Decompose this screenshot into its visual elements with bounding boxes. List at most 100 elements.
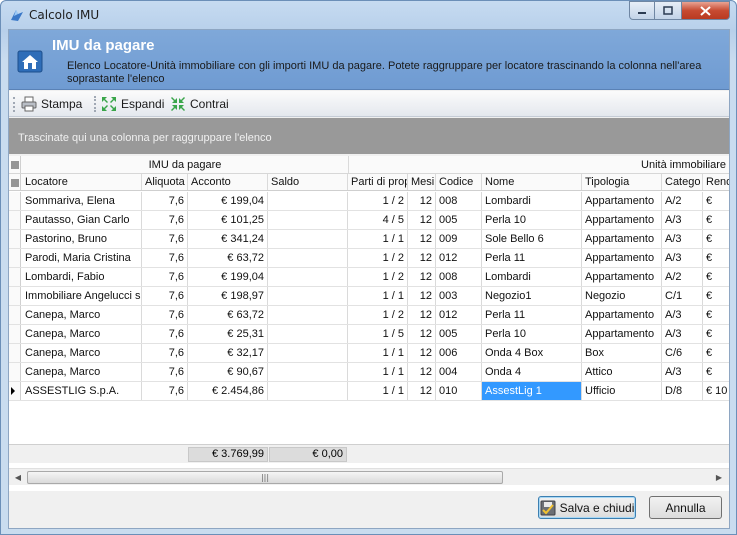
cell-saldo[interactable] xyxy=(268,306,348,324)
cell-rendita[interactable]: € xyxy=(703,230,729,248)
cell-aliquota[interactable]: 7,6 xyxy=(142,249,188,267)
cell-tipologia[interactable]: Appartamento xyxy=(582,249,662,267)
cell-mesi[interactable]: 12 xyxy=(408,382,436,400)
cell-parti[interactable]: 1 / 1 xyxy=(348,382,408,400)
cell-locatore[interactable]: Lombardi, Fabio xyxy=(22,268,142,286)
cancel-button[interactable]: Annulla xyxy=(649,496,722,519)
data-grid[interactable]: IMU da pagare Unità immobiliare Locatore… xyxy=(9,156,729,491)
cell-locatore[interactable]: Canepa, Marco xyxy=(22,363,142,381)
cell-mesi[interactable]: 12 xyxy=(408,325,436,343)
cell-codice[interactable]: 005 xyxy=(436,325,482,343)
cell-aliquota[interactable]: 7,6 xyxy=(142,268,188,286)
cell-aliquota[interactable]: 7,6 xyxy=(142,306,188,324)
scroll-right-button[interactable]: ▶ xyxy=(711,470,727,485)
cell-nome[interactable]: Onda 4 xyxy=(482,363,582,381)
band-unit[interactable]: Unità immobiliare xyxy=(349,156,729,173)
table-row[interactable]: Pastorino, Bruno 7,6 € 341,24 1 / 1 12 009 Sol… xyxy=(9,230,729,249)
col-categoria[interactable]: Catego xyxy=(662,174,703,190)
cell-rendita[interactable]: € xyxy=(703,344,729,362)
cell-categoria[interactable]: C/6 xyxy=(662,344,703,362)
cell-mesi[interactable]: 12 xyxy=(408,363,436,381)
cell-categoria[interactable]: A/3 xyxy=(662,306,703,324)
cell-aliquota[interactable]: 7,6 xyxy=(142,325,188,343)
cell-codice[interactable]: 003 xyxy=(436,287,482,305)
maximize-button[interactable] xyxy=(655,1,682,20)
cell-mesi[interactable]: 12 xyxy=(408,287,436,305)
cell-categoria[interactable]: D/8 xyxy=(662,382,703,400)
cell-aliquota[interactable]: 7,6 xyxy=(142,363,188,381)
expand-button[interactable]: Espandi xyxy=(101,95,164,113)
cell-tipologia[interactable]: Appartamento xyxy=(582,268,662,286)
cell-locatore[interactable]: Immobiliare Angelucci s.r xyxy=(22,287,142,305)
cell-locatore[interactable]: Pastorino, Bruno xyxy=(22,230,142,248)
col-nome[interactable]: Nome xyxy=(482,174,582,190)
cell-acconto[interactable]: € 63,72 xyxy=(188,249,268,267)
col-parti[interactable]: Parti di prop xyxy=(348,174,408,190)
cell-locatore[interactable]: Canepa, Marco xyxy=(22,344,142,362)
cell-acconto[interactable]: € 63,72 xyxy=(188,306,268,324)
cell-codice[interactable]: 008 xyxy=(436,268,482,286)
row-indicator[interactable] xyxy=(9,382,21,400)
cell-acconto[interactable]: € 101,25 xyxy=(188,211,268,229)
cell-tipologia[interactable]: Ufficio xyxy=(582,382,662,400)
cell-rendita[interactable]: € xyxy=(703,325,729,343)
row-indicator[interactable] xyxy=(9,192,21,210)
cell-parti[interactable]: 4 / 5 xyxy=(348,211,408,229)
cell-categoria[interactable]: A/3 xyxy=(662,230,703,248)
cell-mesi[interactable]: 12 xyxy=(408,211,436,229)
cell-nome[interactable]: AssestLig 1 xyxy=(482,382,582,400)
cell-mesi[interactable]: 12 xyxy=(408,192,436,210)
cell-tipologia[interactable]: Appartamento xyxy=(582,211,662,229)
table-row[interactable]: Canepa, Marco 7,6 € 90,67 1 / 1 12 004 Onda 4A… xyxy=(9,363,729,382)
table-row[interactable]: Lombardi, Fabio 7,6 € 199,04 1 / 2 12 008 Lomb… xyxy=(9,268,729,287)
minimize-button[interactable] xyxy=(629,1,655,20)
cell-categoria[interactable]: A/3 xyxy=(662,211,703,229)
band-imu[interactable]: IMU da pagare xyxy=(22,156,349,173)
close-button[interactable] xyxy=(682,1,730,20)
cell-categoria[interactable]: C/1 xyxy=(662,287,703,305)
cell-mesi[interactable]: 12 xyxy=(408,249,436,267)
cell-nome[interactable]: Lombardi xyxy=(482,268,582,286)
cell-codice[interactable]: 010 xyxy=(436,382,482,400)
cell-nome[interactable]: Perla 11 xyxy=(482,306,582,324)
cell-rendita[interactable]: € 10 xyxy=(703,382,729,400)
col-aliquota[interactable]: Aliquota xyxy=(142,174,188,190)
title-bar[interactable]: Calcolo IMU xyxy=(1,1,736,29)
row-indicator[interactable] xyxy=(9,249,21,267)
cell-categoria[interactable]: A/2 xyxy=(662,268,703,286)
cell-tipologia[interactable]: Box xyxy=(582,344,662,362)
cell-nome[interactable]: Onda 4 Box xyxy=(482,344,582,362)
cell-codice[interactable]: 004 xyxy=(436,363,482,381)
scroll-left-button[interactable]: ◀ xyxy=(10,470,26,485)
cell-codice[interactable]: 005 xyxy=(436,211,482,229)
cell-categoria[interactable]: A/3 xyxy=(662,249,703,267)
row-indicator[interactable] xyxy=(9,306,21,324)
cell-codice[interactable]: 008 xyxy=(436,192,482,210)
cell-locatore[interactable]: Canepa, Marco xyxy=(22,325,142,343)
col-codice[interactable]: Codice xyxy=(436,174,482,190)
cell-rendita[interactable]: € xyxy=(703,287,729,305)
cell-aliquota[interactable]: 7,6 xyxy=(142,192,188,210)
cell-codice[interactable]: 012 xyxy=(436,306,482,324)
cell-locatore[interactable]: Parodi, Maria Cristina xyxy=(22,249,142,267)
cell-mesi[interactable]: 12 xyxy=(408,306,436,324)
cell-aliquota[interactable]: 7,6 xyxy=(142,287,188,305)
table-row[interactable]: Immobiliare Angelucci s.r 7,6 € 198,97 1 / … xyxy=(9,287,729,306)
cell-categoria[interactable]: A/3 xyxy=(662,325,703,343)
cell-rendita[interactable]: € xyxy=(703,363,729,381)
cell-acconto[interactable]: € 199,04 xyxy=(188,268,268,286)
cell-tipologia[interactable]: Appartamento xyxy=(582,325,662,343)
cell-saldo[interactable] xyxy=(268,211,348,229)
column-customize-button[interactable] xyxy=(9,174,21,190)
cell-acconto[interactable]: € 90,67 xyxy=(188,363,268,381)
cell-acconto[interactable]: € 32,17 xyxy=(188,344,268,362)
cell-rendita[interactable]: € xyxy=(703,192,729,210)
cell-locatore[interactable]: Pautasso, Gian Carlo xyxy=(22,211,142,229)
cell-acconto[interactable]: € 2.454,86 xyxy=(188,382,268,400)
cell-nome[interactable]: Perla 11 xyxy=(482,249,582,267)
cell-tipologia[interactable]: Negozio xyxy=(582,287,662,305)
cell-parti[interactable]: 1 / 2 xyxy=(348,192,408,210)
cell-acconto[interactable]: € 198,97 xyxy=(188,287,268,305)
cell-locatore[interactable]: ASSESTLIG S.p.A. xyxy=(22,382,142,400)
cell-mesi[interactable]: 12 xyxy=(408,230,436,248)
